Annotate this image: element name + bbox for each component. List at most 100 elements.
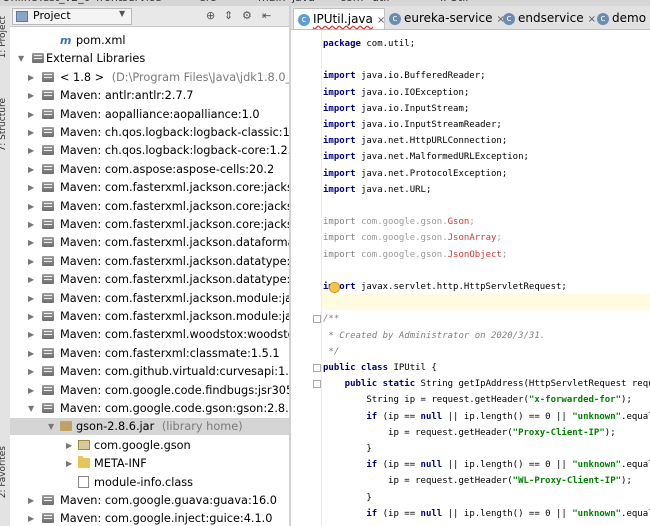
collapsed-arrow-icon[interactable]: ▶ <box>28 198 34 215</box>
code-line: import java.io.BufferedReader; <box>323 68 486 84</box>
collapsed-arrow-icon[interactable]: ▶ <box>28 142 34 159</box>
tree-item[interactable]: m pom.xml <box>10 32 289 49</box>
collapsed-arrow-icon[interactable]: ▶ <box>28 345 34 362</box>
tree-item[interactable]: ▶ com.google.gson <box>10 437 289 454</box>
code-view[interactable]: package com.util; import java.io.Buffered… <box>291 30 650 526</box>
editor-tab-label: IPUtil.java <box>313 12 373 26</box>
code-line: if (ip == null || ip.length() == 0 || "u… <box>323 409 650 425</box>
editor-tab[interactable]: c endservice × <box>499 8 596 28</box>
expanded-arrow-icon[interactable]: ▼ <box>28 400 34 417</box>
project-panel: Project ▼ ⊕ ⇕ ⚙ ⇤ m pom.xml ▼ External Libr… <box>10 6 289 526</box>
collapsed-arrow-icon[interactable]: ▶ <box>28 69 34 86</box>
code-token: "unknown" <box>572 508 622 519</box>
code-line: import com.google.gson.JsonObject; <box>323 247 507 263</box>
toolwindow-tab-structure[interactable]: 7: Structure <box>0 98 8 152</box>
project-view-selector[interactable]: Project ▼ <box>12 8 132 25</box>
breadcrumb-item[interactable]: IPUtil <box>440 0 468 4</box>
tree-item[interactable]: ▼ External Libraries <box>10 50 289 67</box>
fold-marker-icon[interactable] <box>313 380 321 389</box>
tree-item[interactable]: module-info.class <box>10 474 289 491</box>
tree-item[interactable]: ▶ Maven: com.fasterxml.jackson.core:jacks… <box>10 216 289 233</box>
code-token: ; <box>501 249 508 260</box>
tree-item[interactable]: ▶ Maven: com.fasterxml.jackson.core:jacks… <box>10 198 289 215</box>
code-token: ); <box>621 476 632 487</box>
breadcrumb-item[interactable]: util <box>372 0 389 4</box>
code-token: if <box>323 411 383 422</box>
code-token: com.google.gson. <box>360 217 448 228</box>
expanded-arrow-icon[interactable]: ▼ <box>18 50 24 67</box>
expanded-arrow-icon[interactable]: ▼ <box>48 418 54 435</box>
collapsed-arrow-icon[interactable]: ▶ <box>28 290 34 307</box>
collapsed-arrow-icon[interactable]: ▶ <box>66 437 72 454</box>
collapsed-arrow-icon[interactable]: ▶ <box>66 455 72 472</box>
collapsed-arrow-icon[interactable]: ▶ <box>28 124 34 141</box>
collapsed-arrow-icon[interactable]: ▶ <box>28 363 34 380</box>
tree-item[interactable]: ▶ < 1.8 > (D:\Program Files\Java\jdk1.8.0… <box>10 69 289 86</box>
code-token: || ip.length() == 0 || <box>447 460 573 471</box>
breadcrumb-item[interactable]: frontservice <box>96 0 162 4</box>
code-token: .equals <box>621 411 650 422</box>
breadcrumb-item[interactable]: java <box>292 0 315 4</box>
collapsed-arrow-icon[interactable]: ▶ <box>28 216 34 233</box>
collapsed-arrow-icon[interactable]: ▶ <box>28 326 34 343</box>
locate-icon[interactable]: ⊕ <box>206 9 215 22</box>
tree-item[interactable]: ▶ Maven: com.fasterxml.jackson.module:jac… <box>10 290 289 307</box>
tree-item[interactable]: ▶ Maven: com.fasterxml.jackson.datatype:j… <box>10 253 289 270</box>
tree-item[interactable]: ▶ Maven: com.fasterxml:classmate:1.5.1 <box>10 345 289 362</box>
hide-panel-icon[interactable]: ⇤ <box>262 9 271 22</box>
tree-item-label: Maven: antlr:antlr:2.7.7 <box>60 89 194 103</box>
tree-item[interactable]: ▶ Maven: com.google.code.findbugs:jsr305:… <box>10 382 289 399</box>
collapsed-arrow-icon[interactable]: ▶ <box>28 234 34 251</box>
breadcrumb-item[interactable]: src <box>200 0 216 4</box>
editor-tab[interactable]: cdemo× <box>593 8 650 28</box>
tree-item[interactable]: ▶ Maven: com.fasterxml.woodstox:woodstox- <box>10 326 289 343</box>
tree-item[interactable]: ▶ Maven: com.fasterxml.jackson.module:jac… <box>10 308 289 325</box>
settings-gear-icon[interactable]: ⚙ <box>242 9 252 22</box>
editor-tab[interactable]: c IPUtil.java × <box>293 8 385 29</box>
collapsed-arrow-icon[interactable]: ▶ <box>28 308 34 325</box>
collapsed-arrow-icon[interactable]: ▶ <box>28 253 34 270</box>
collapsed-arrow-icon[interactable]: ▶ <box>28 179 34 196</box>
intention-bulb-icon[interactable] <box>329 282 340 293</box>
toolwindow-tab-project[interactable]: 1: Project <box>0 16 8 58</box>
library-icon <box>42 311 54 321</box>
library-icon <box>32 53 44 64</box>
tree-item[interactable]: ▼ Maven: com.google.code.gson:gson:2.8.6 <box>10 400 289 417</box>
tree-item[interactable]: ▼ gson-2.8.6.jar (library home) <box>10 418 289 436</box>
collapsed-arrow-icon[interactable]: ▶ <box>28 161 34 178</box>
tree-item[interactable]: ▶ Maven: com.google.guava:guava:16.0 <box>10 492 289 509</box>
library-icon <box>42 145 54 156</box>
fold-marker-icon[interactable] <box>313 364 321 372</box>
tree-item-label: Maven: com.fasterxml.jackson.datatype:ja… <box>60 273 289 287</box>
editor-tab-label: endservice <box>518 11 584 25</box>
collapsed-arrow-icon[interactable]: ▶ <box>28 271 34 288</box>
tree-item[interactable]: ▶ Maven: com.fasterxml.jackson.datatype:j… <box>10 271 289 288</box>
tree-item-detail: (library home) <box>161 420 243 434</box>
fold-marker-icon[interactable] <box>313 315 321 324</box>
tree-item[interactable]: ▶ Maven: ch.qos.logback:logback-classic:1… <box>10 124 289 141</box>
breadcrumb-item[interactable]: com <box>340 0 364 4</box>
tree-item-label: Maven: com.aspose:aspose-cells:20.2 <box>60 162 275 176</box>
library-icon <box>42 108 54 119</box>
breadcrumb-item[interactable]: OnlineTest_v2_0 <box>2 0 91 4</box>
tree-item[interactable]: ▶ Maven: aopalliance:aopalliance:1.0 <box>10 106 289 123</box>
tree-item[interactable]: ▶ Maven: com.fasterxml.jackson.dataformat… <box>10 234 289 251</box>
collapsed-arrow-icon[interactable]: ▶ <box>28 492 34 509</box>
file-icon <box>78 475 89 488</box>
breadcrumb-item[interactable]: main <box>258 0 285 4</box>
toolwindow-tab-favorites[interactable]: 2: Favorites <box>0 446 8 498</box>
code-line: } <box>323 490 371 506</box>
tree-item[interactable]: ▶ Maven: com.google.inject:guice:4.1.0 <box>10 510 289 526</box>
tree-item[interactable]: ▶ Maven: com.fasterxml.jackson.core:jacks… <box>10 179 289 196</box>
tree-item[interactable]: ▶ Maven: com.aspose:aspose-cells:20.2 <box>10 161 289 178</box>
collapsed-arrow-icon[interactable]: ▶ <box>28 382 34 399</box>
collapsed-arrow-icon[interactable]: ▶ <box>28 106 34 123</box>
collapse-all-icon[interactable]: ⇕ <box>224 9 233 22</box>
tree-item[interactable]: ▶ Maven: ch.qos.logback:logback-core:1.2.… <box>10 142 289 159</box>
tree-item[interactable]: ▶ Maven: antlr:antlr:2.7.7 <box>10 87 289 104</box>
tree-item[interactable]: ▶ META-INF <box>10 455 289 472</box>
collapsed-arrow-icon[interactable]: ▶ <box>28 510 34 526</box>
editor-tab[interactable]: c eureka-service × <box>385 8 505 28</box>
collapsed-arrow-icon[interactable]: ▶ <box>28 87 34 104</box>
tree-item[interactable]: ▶ Maven: com.github.virtuald:curvesapi:1.… <box>10 363 289 380</box>
